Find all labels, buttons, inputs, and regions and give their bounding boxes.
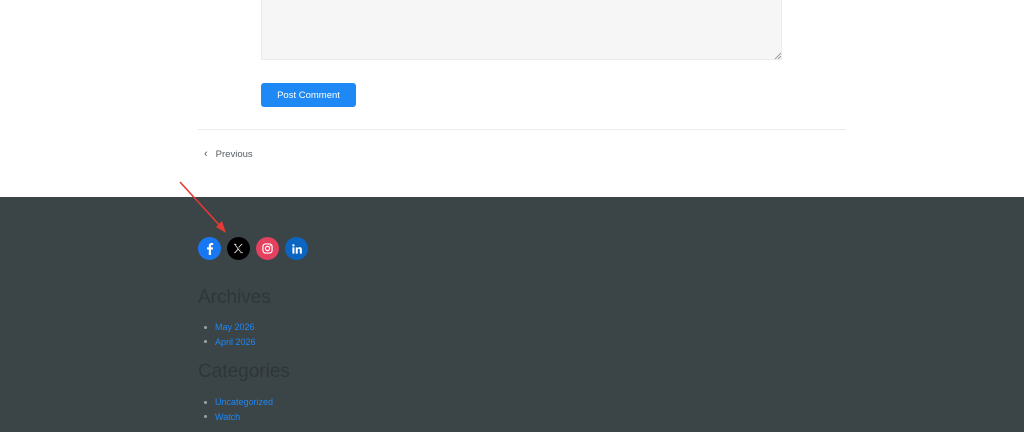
divider xyxy=(198,129,846,130)
bullet xyxy=(204,325,207,329)
archive-link[interactable]: April 2026 xyxy=(215,337,256,347)
post-content-area: Post Comment ‹ Previous xyxy=(0,0,1024,197)
list-item: April 2026 xyxy=(204,335,256,350)
instagram-icon[interactable] xyxy=(256,237,279,260)
category-link[interactable]: Uncategorized xyxy=(215,397,273,407)
bullet xyxy=(204,340,207,344)
category-link[interactable]: Watch xyxy=(215,412,240,422)
list-item: Uncategorized xyxy=(204,395,273,410)
linkedin-icon[interactable] xyxy=(285,237,308,260)
archives-heading: Archives xyxy=(198,287,271,308)
chevron-left-icon: ‹ xyxy=(204,147,208,160)
post-comment-button[interactable]: Post Comment xyxy=(261,83,356,107)
comment-textarea[interactable] xyxy=(261,0,782,60)
previous-label: Previous xyxy=(215,148,253,160)
site-footer xyxy=(0,197,1024,432)
list-item: Watch xyxy=(204,410,273,425)
categories-heading: Categories xyxy=(198,361,290,382)
categories-list: Uncategorized Watch xyxy=(204,395,273,424)
x-icon[interactable] xyxy=(227,237,250,260)
archives-list: May 2026 April 2026 xyxy=(204,320,256,349)
resize-grip-icon[interactable] xyxy=(774,52,781,59)
list-item: May 2026 xyxy=(204,320,256,335)
bullet xyxy=(204,400,207,404)
archive-link[interactable]: May 2026 xyxy=(215,322,255,332)
bullet xyxy=(204,415,207,419)
social-links xyxy=(198,237,308,260)
annotation-arrow-icon xyxy=(179,181,226,233)
facebook-icon[interactable] xyxy=(198,237,221,260)
previous-post-link[interactable]: ‹ Previous xyxy=(204,147,253,161)
